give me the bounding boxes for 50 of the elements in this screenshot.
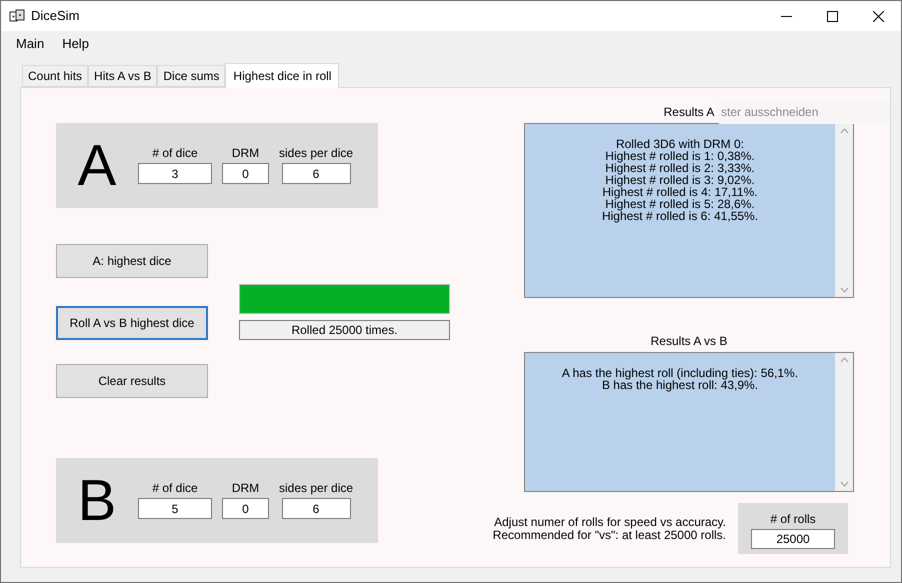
result-line: A has the highest roll (including ties): 56,1%. (562, 367, 798, 379)
tab[interactable]: Dice sums (157, 65, 226, 87)
group-letter: B (76, 472, 118, 530)
scroll-up-icon[interactable] (840, 357, 848, 363)
tab[interactable]: Highest dice in roll (225, 63, 340, 88)
number-field[interactable]: 6 (282, 498, 351, 519)
results-label: Results A vs B (650, 334, 728, 348)
field-label: DRM (232, 147, 260, 159)
rolls-label: # of rolls (770, 513, 816, 525)
result-line: Highest # rolled is 4: 17,11%. (602, 186, 758, 198)
result-line: Highest # rolled is 1: 0,38%. (605, 150, 755, 162)
number-field[interactable]: 0 (222, 498, 269, 519)
hint-text: Recommended for "vs": at least 25000 rolls. (492, 528, 726, 542)
action-button[interactable]: Roll A vs B highest dice (56, 306, 208, 340)
close-icon (872, 10, 884, 22)
tab[interactable]: Hits A vs B (88, 65, 158, 87)
maximize-icon (826, 10, 838, 22)
scroll-down-icon[interactable] (840, 481, 848, 487)
number-field[interactable]: 5 (138, 498, 212, 519)
dice-app-icon (9, 9, 25, 23)
scrollbar[interactable] (835, 124, 853, 297)
menu-item[interactable]: Main (8, 34, 52, 54)
group-letter: A (76, 136, 118, 194)
number-field[interactable]: 6 (282, 163, 351, 184)
field-label: # of dice (152, 147, 198, 159)
result-line: Highest # rolled is 2: 3,33%. (605, 162, 755, 174)
tooltip: ster ausschneiden (719, 100, 889, 124)
scrollbar[interactable] (835, 353, 853, 491)
rolls-field[interactable]: 25000 (751, 529, 835, 549)
result-line: Rolled 3D6 with DRM 0: (616, 138, 744, 150)
result-line: Highest # rolled is 3: 9,02%. (605, 174, 755, 186)
results-label: Results A (664, 105, 714, 119)
result-line: Highest # rolled is 6: 41,55%. (602, 210, 758, 222)
status-label: Rolled 25000 times. (239, 320, 450, 340)
field-label: sides per dice (279, 147, 354, 159)
hint-text: Adjust numer of rolls for speed vs accuracy. (494, 516, 726, 528)
action-button[interactable]: Clear results (56, 364, 208, 398)
scroll-down-icon[interactable] (840, 287, 848, 293)
number-field[interactable]: 3 (138, 163, 212, 184)
number-field[interactable]: 0 (222, 163, 269, 184)
result-line: B has the highest roll: 43,9%. (602, 379, 758, 391)
window-title: DiceSim (31, 7, 80, 26)
scroll-up-icon[interactable] (840, 128, 848, 134)
tab[interactable]: Count hits (22, 65, 88, 87)
field-label: DRM (232, 482, 260, 494)
field-label: # of dice (152, 482, 198, 494)
field-label: sides per dice (279, 482, 354, 494)
result-line: Highest # rolled is 5: 28,6%. (605, 198, 755, 210)
action-button[interactable]: A: highest dice (56, 244, 208, 278)
menu-item[interactable]: Help (54, 34, 97, 54)
